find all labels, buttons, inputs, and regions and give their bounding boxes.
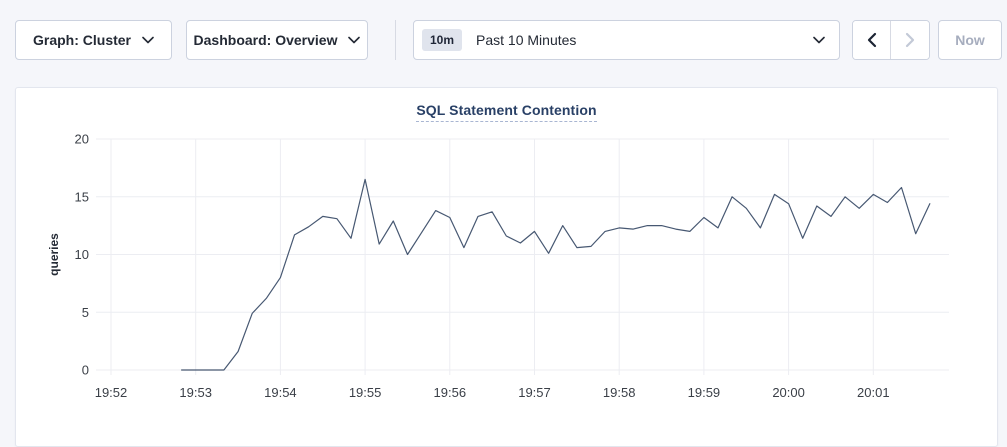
chevron-down-icon (348, 36, 360, 44)
y-tick-label: 5 (82, 305, 89, 320)
toolbar: Graph: Cluster Dashboard: Overview 10m P… (0, 0, 1007, 66)
time-range-dropdown[interactable]: 10m Past 10 Minutes (413, 20, 840, 60)
y-tick-label: 15 (75, 189, 89, 204)
y-tick-label: 0 (82, 363, 89, 378)
x-tick-label: 20:00 (772, 385, 805, 400)
series-queries (182, 179, 930, 370)
x-tick-label: 19:52 (95, 385, 128, 400)
y-axis-label: queries (47, 233, 61, 276)
time-range-label: Past 10 Minutes (476, 32, 813, 48)
y-tick-label: 20 (75, 132, 89, 147)
y-tick-label: 10 (75, 247, 89, 262)
time-prev-button[interactable] (853, 21, 891, 59)
chevron-down-icon (142, 36, 154, 44)
x-tick-label: 19:58 (603, 385, 636, 400)
time-step-buttons (852, 20, 930, 60)
time-next-button[interactable] (891, 21, 929, 59)
x-tick-label: 19:53 (179, 385, 212, 400)
line-chart[interactable]: 0 5 10 15 20 19:52 19:53 19:54 19:55 19:56 19:57 19… (16, 118, 999, 418)
now-button[interactable]: Now (938, 20, 1002, 60)
dashboard-dropdown[interactable]: Dashboard: Overview (186, 20, 368, 60)
graph-dropdown-label: Graph: Cluster (33, 32, 131, 48)
chart-card: SQL Statement Contention 0510152019:5219… (15, 87, 998, 447)
x-tick-label: 20:01 (857, 385, 890, 400)
x-tick-label: 19:55 (349, 385, 382, 400)
dashboard-dropdown-label: Dashboard: Overview (194, 32, 338, 48)
x-tick-label: 19:54 (264, 385, 297, 400)
chevron-left-icon (867, 32, 877, 48)
page: { "toolbar": { "graph_dropdown": { "labe… (0, 0, 1007, 432)
chevron-right-icon (905, 32, 915, 48)
x-tick-label: 19:56 (434, 385, 467, 400)
graph-dropdown[interactable]: Graph: Cluster (15, 20, 172, 60)
time-range-badge: 10m (422, 29, 462, 51)
chevron-down-icon (813, 36, 825, 44)
toolbar-divider (395, 20, 396, 60)
x-tick-label: 19:57 (518, 385, 551, 400)
x-tick-label: 19:59 (688, 385, 721, 400)
